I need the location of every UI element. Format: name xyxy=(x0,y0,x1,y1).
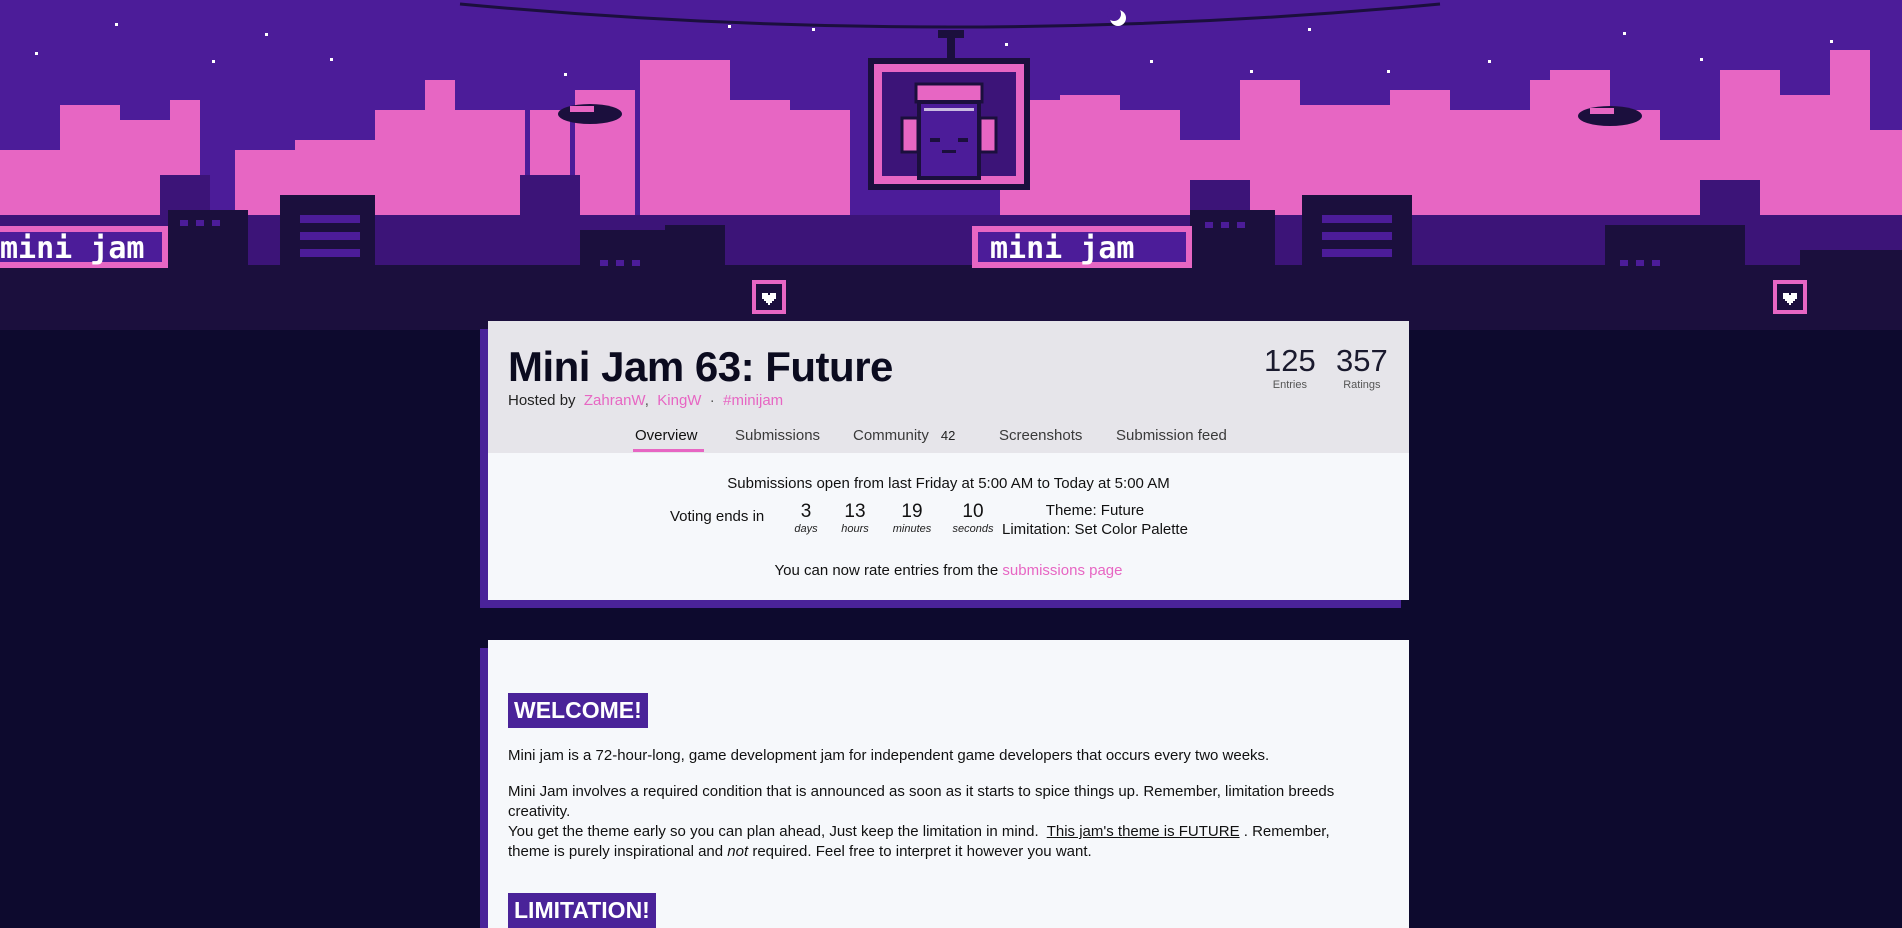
p4-text-end: required. Feel free to interpret it howe… xyxy=(752,843,1092,860)
page-title: Mini Jam 63: Future xyxy=(508,343,893,390)
countdown-seconds-value: 10 xyxy=(962,501,984,522)
tab-screenshots[interactable]: Screenshots xyxy=(999,427,1082,444)
tab-community[interactable]: Community 42 xyxy=(853,427,955,444)
jam-header: Mini Jam 63: Future Hosted by ZahranW, K… xyxy=(488,321,1409,453)
ratings-stat[interactable]: 357 Ratings xyxy=(1336,343,1388,391)
countdown-days: 3 days xyxy=(781,501,831,535)
active-tab-indicator xyxy=(633,449,704,452)
p4-emphasis: not xyxy=(727,843,749,860)
entries-label: Entries xyxy=(1272,379,1307,391)
p3-text: You get the theme early so you can plan … xyxy=(508,823,1039,840)
countdown-seconds: 10 seconds xyxy=(948,501,998,535)
rate-prefix: You can now rate entries from the xyxy=(774,562,999,579)
theme-info: Theme: Future Limitation: Set Color Pale… xyxy=(1002,501,1188,539)
tab-submissions[interactable]: Submissions xyxy=(735,427,820,444)
countdown-minutes-unit: minutes xyxy=(892,523,932,535)
tab-community-label: Community xyxy=(853,427,929,444)
rate-notice: You can now rate entries from the submis… xyxy=(488,562,1409,579)
host-link-zahranw[interactable]: ZahranW xyxy=(584,392,645,409)
hosted-by: Hosted by ZahranW, KingW · #minijam xyxy=(508,392,783,409)
countdown-seconds-unit: seconds xyxy=(952,523,994,535)
mini-jam-sign-left: mini jam xyxy=(0,226,168,268)
theme-link[interactable]: This jam's theme is FUTURE xyxy=(1047,823,1240,840)
community-count-badge: 42 xyxy=(940,428,956,443)
jam-header-card: Mini Jam 63: Future Hosted by ZahranW, K… xyxy=(488,321,1409,600)
jam-description-card: WELCOME! Mini jam is a 72-hour-long, gam… xyxy=(488,640,1409,928)
countdown-hours-value: 13 xyxy=(844,501,866,522)
submission-window: Submissions open from last Friday at 5:0… xyxy=(727,475,1170,492)
host-link-kingw[interactable]: KingW xyxy=(657,392,701,409)
limitation-heading: LIMITATION! xyxy=(508,893,656,928)
countdown-days-value: 3 xyxy=(800,501,812,522)
entries-stat[interactable]: 125 Entries xyxy=(1264,343,1316,391)
countdown-hours: 13 hours xyxy=(830,501,880,535)
countdown-hours-unit: hours xyxy=(841,523,869,535)
jam-tabs: Overview Submissions Community 42 Screens… xyxy=(488,423,1409,453)
voting-ends-label: Voting ends in xyxy=(670,508,765,525)
dot-separator: · xyxy=(709,392,715,409)
theme-text: Theme: Future xyxy=(1045,502,1145,519)
description-paragraph-4: theme is purely inspirational and not re… xyxy=(508,842,1388,862)
ratings-count: 357 xyxy=(1336,343,1388,378)
jam-status: Submissions open from last Friday at 5:0… xyxy=(488,453,1409,600)
countdown-minutes: 19 minutes xyxy=(887,501,937,535)
entries-count: 125 xyxy=(1264,343,1316,378)
tab-overview[interactable]: Overview xyxy=(635,427,698,444)
svg-text:mini jam: mini jam xyxy=(990,231,1135,266)
host-separator: , xyxy=(644,392,649,409)
welcome-heading: WELCOME! xyxy=(508,693,648,728)
banner-illustration: mini jam mini jam xyxy=(0,0,1902,330)
submissions-page-link[interactable]: submissions page xyxy=(1002,562,1122,579)
p4-text: theme is purely inspirational and xyxy=(508,843,724,860)
tab-submission-feed[interactable]: Submission feed xyxy=(1116,427,1227,444)
hosted-by-label: Hosted by xyxy=(508,392,576,409)
p3-text-end: . Remember, xyxy=(1243,823,1330,840)
description-paragraph-2: Mini Jam involves a required condition t… xyxy=(508,783,1335,820)
mini-jam-sign-center: mini jam xyxy=(972,226,1192,268)
countdown-minutes-value: 19 xyxy=(901,501,923,522)
description-paragraph-1: Mini jam is a 72-hour-long, game develop… xyxy=(508,747,1270,764)
countdown-days-unit: days xyxy=(794,523,818,535)
svg-text:mini jam: mini jam xyxy=(0,231,145,266)
description-paragraph-3: You get the theme early so you can plan … xyxy=(508,822,1388,842)
jam-banner: mini jam mini jam xyxy=(0,0,1902,330)
hashtag-link[interactable]: #minijam xyxy=(723,392,783,409)
ratings-label: Ratings xyxy=(1343,379,1381,391)
limitation-text: Limitation: Set Color Palette xyxy=(1002,521,1188,538)
